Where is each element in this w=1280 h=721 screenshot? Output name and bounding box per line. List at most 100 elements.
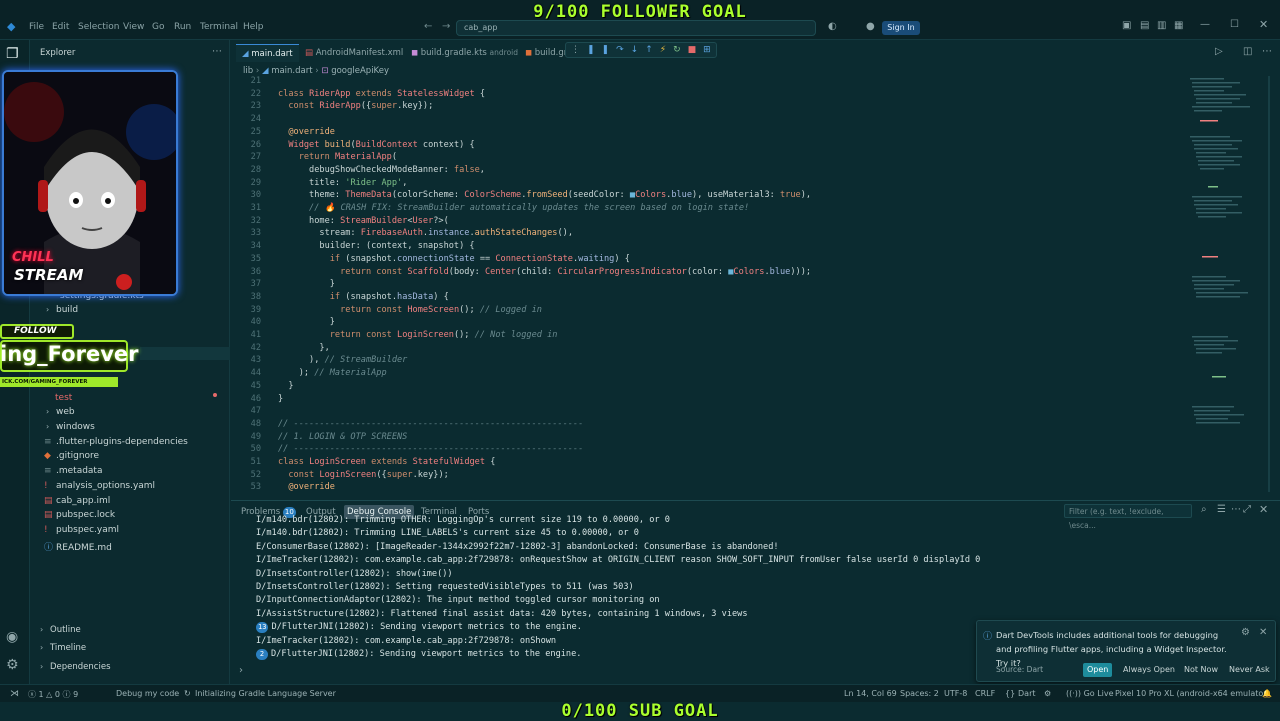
code-line[interactable]: 30 theme: ThemeData(colorScheme: ColorSc… — [231, 190, 1181, 203]
tree-file-readme[interactable]: ⓘ README.md — [44, 540, 112, 553]
tree-file-cab-app-iml[interactable]: ▤ cab_app.iml — [44, 496, 110, 506]
tree-folder-windows[interactable]: › windows — [46, 422, 95, 432]
menu-view[interactable]: View — [123, 22, 144, 32]
remote-icon[interactable]: ⋊ — [10, 689, 19, 699]
code-line[interactable]: 40 } — [231, 317, 1181, 330]
notifications-bell-icon[interactable]: 🔔 — [1262, 689, 1272, 698]
code-line[interactable]: 32 home: StreamBuilder<User?>( — [231, 216, 1181, 229]
tree-file-pubspec-yaml[interactable]: ! pubspec.yaml — [44, 525, 119, 535]
close-panel-icon[interactable]: ✕ — [1259, 503, 1268, 516]
drag-handle-icon[interactable]: ⋮ — [571, 45, 587, 55]
code-line[interactable]: 48 // -----------------------------------… — [231, 419, 1181, 432]
language-mode[interactable]: Dart — [1018, 689, 1036, 698]
code-line[interactable]: 27 return MaterialApp( — [231, 152, 1181, 165]
code-line[interactable]: 36 return const Scaffold(body: Center(ch… — [231, 267, 1181, 280]
code-line[interactable]: 28 debugShowCheckedModeBanner: false, — [231, 165, 1181, 178]
code-line[interactable]: 45 } — [231, 381, 1181, 394]
breadcrumb-item[interactable]: googleApiKey — [331, 66, 389, 76]
code-line[interactable]: 29 title: 'Rider App', — [231, 178, 1181, 191]
tree-file-flutter-plugins[interactable]: ≡ .flutter-plugins-dependencies — [44, 437, 188, 447]
tree-file-analysis-options[interactable]: ! analysis_options.yaml — [44, 481, 155, 491]
menu-selection[interactable]: Selection — [78, 22, 119, 32]
more-actions-icon[interactable]: ⋯ — [1262, 46, 1272, 57]
explorer-icon[interactable]: ❐ — [6, 46, 24, 64]
menu-help[interactable]: Help — [243, 22, 264, 32]
not-now-button[interactable]: Not Now — [1180, 663, 1222, 677]
indentation[interactable]: Spaces: 2 — [900, 689, 939, 698]
tree-folder-web[interactable]: › web — [46, 407, 75, 417]
code-line[interactable]: 51 class LoginScreen extends StatefulWidg… — [231, 457, 1181, 470]
code-line[interactable]: 49 // 1. LOGIN & OTP SCREENS — [231, 432, 1181, 445]
code-line[interactable]: 52 const LoginScreen({super.key}); — [231, 470, 1181, 483]
code-line[interactable]: 33 stream: FirebaseAuth.instance.authSta… — [231, 228, 1181, 241]
code-line[interactable]: 42 }, — [231, 343, 1181, 356]
minimap[interactable] — [1188, 76, 1270, 492]
code-line[interactable]: 23 const RiderApp({super.key}); — [231, 101, 1181, 114]
step-out-icon[interactable]: ↑ — [645, 45, 660, 55]
tree-file-pubspec-lock[interactable]: ▤ pubspec.lock — [44, 510, 115, 520]
code-line[interactable]: 39 return const HomeScreen(); // Logged … — [231, 305, 1181, 318]
menu-file[interactable]: File — [29, 22, 44, 32]
code-line[interactable]: 47 — [231, 406, 1181, 419]
menu-terminal[interactable]: Terminal — [200, 22, 238, 32]
account-icon[interactable]: ● — [866, 21, 875, 32]
back-arrow-icon[interactable]: ← — [424, 21, 432, 32]
account-icon[interactable]: ◉ — [6, 629, 18, 645]
always-open-button[interactable]: Always Open — [1119, 663, 1179, 677]
code-line[interactable]: 43 ), // StreamBuilder — [231, 355, 1181, 368]
settings-gear-icon[interactable]: ⚙ — [6, 657, 19, 673]
open-button[interactable]: Open — [1083, 663, 1113, 677]
cursor-position[interactable]: Ln 14, Col 69 — [844, 689, 897, 698]
code-line[interactable]: 34 builder: (context, snapshot) { — [231, 241, 1181, 254]
gear-icon[interactable]: ⚙ — [1241, 627, 1250, 638]
console-filter-input[interactable]: Filter (e.g. text, !exclude, \esca... — [1064, 504, 1192, 530]
maximize-panel-icon[interactable]: ⤢ — [1243, 504, 1251, 515]
code-line[interactable]: 46} — [231, 394, 1181, 407]
step-into-icon[interactable]: ↓ — [631, 45, 646, 55]
code-line[interactable]: 38 if (snapshot.hasData) { — [231, 292, 1181, 305]
line-endings[interactable]: CRLF — [975, 689, 995, 698]
more-actions-icon[interactable]: ⋯ — [1231, 504, 1241, 515]
devtools-icon[interactable]: ⊞ — [703, 45, 718, 55]
sign-in-button[interactable]: Sign In — [882, 21, 920, 35]
tree-file-metadata[interactable]: ≡ .metadata — [44, 466, 102, 476]
problems-status[interactable]: ⓧ 1 △ 0 ⓘ 9 — [28, 689, 78, 700]
section-outline[interactable]: › Outline — [40, 625, 81, 635]
pause-icon[interactable]: ❚❚ — [587, 45, 616, 55]
tab-main-dart[interactable]: ◢ main.dart — [236, 44, 299, 62]
list-icon[interactable]: ☰ — [1217, 504, 1226, 515]
code-line[interactable]: 50 // -----------------------------------… — [231, 444, 1181, 457]
device-selector[interactable]: Pixel 10 Pro XL (android-x64 emulator) — [1115, 689, 1270, 698]
breadcrumb-item[interactable]: lib — [243, 66, 253, 76]
more-actions-icon[interactable]: ⋯ — [212, 46, 222, 57]
code-line[interactable]: 44 ); // MaterialApp — [231, 368, 1181, 381]
code-line[interactable]: 53 @override — [231, 482, 1181, 495]
code-line[interactable]: 31 // 🔥 CRASH FIX: StreamBuilder automat… — [231, 203, 1181, 216]
split-editor-icon[interactable]: ◫ — [1243, 46, 1252, 57]
encoding[interactable]: UTF-8 — [944, 689, 967, 698]
breadcrumb-item[interactable]: main.dart — [271, 66, 312, 76]
copilot-icon[interactable]: ◐ — [828, 21, 837, 32]
code-line[interactable]: 24 — [231, 114, 1181, 127]
task-status[interactable]: Initializing Gradle Language Server — [195, 689, 336, 698]
code-line[interactable]: 25 @override — [231, 127, 1181, 140]
tree-file-gitignore[interactable]: ◆ .gitignore — [44, 451, 99, 461]
close-icon[interactable]: ✕ — [1259, 627, 1267, 638]
code-line[interactable]: 22 class RiderApp extends StatelessWidget… — [231, 89, 1181, 102]
tab-android-manifest[interactable]: ▤ AndroidManifest.xml — [299, 44, 409, 62]
tab-build-gradle-kts[interactable]: ◼ build.gradle.kts android — [405, 44, 524, 62]
menu-go[interactable]: Go — [152, 22, 164, 32]
command-center[interactable]: cab_app — [456, 20, 816, 36]
forward-arrow-icon[interactable]: → — [442, 21, 450, 32]
code-line[interactable]: 37 } — [231, 279, 1181, 292]
chevron-right-icon[interactable]: › — [239, 665, 243, 676]
tree-folder-build[interactable]: › build — [46, 305, 78, 315]
never-ask-button[interactable]: Never Ask — [1225, 663, 1274, 677]
stop-icon[interactable]: ■ — [688, 45, 704, 55]
step-over-icon[interactable]: ↷ — [616, 45, 631, 55]
hot-reload-icon[interactable]: ⚡ — [660, 45, 673, 55]
menu-run[interactable]: Run — [174, 22, 191, 32]
restart-icon[interactable]: ↻ — [673, 45, 688, 55]
go-live[interactable]: ((·)) Go Live — [1066, 689, 1114, 698]
code-line[interactable]: 21 — [231, 76, 1181, 89]
